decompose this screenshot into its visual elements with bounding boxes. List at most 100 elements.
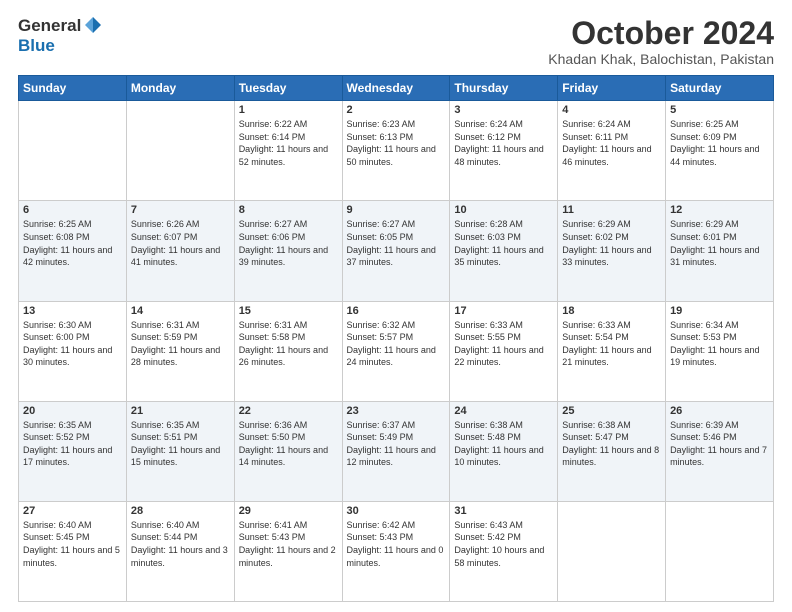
cell-content: Sunrise: 6:25 AMSunset: 6:08 PMDaylight:… [23,218,122,268]
calendar-cell: 16Sunrise: 6:32 AMSunset: 5:57 PMDayligh… [342,301,450,401]
day-number: 31 [454,505,553,517]
logo: General Blue [18,16,103,56]
cell-line: Sunrise: 6:33 AM [454,319,553,332]
cell-line: Sunrise: 6:27 AM [347,218,446,231]
day-number: 1 [239,104,338,116]
calendar-cell: 14Sunrise: 6:31 AMSunset: 5:59 PMDayligh… [126,301,234,401]
col-monday: Monday [126,76,234,101]
cell-line: Sunrise: 6:24 AM [454,118,553,131]
calendar-cell: 22Sunrise: 6:36 AMSunset: 5:50 PMDayligh… [234,401,342,501]
day-number: 18 [562,305,661,317]
cell-content: Sunrise: 6:32 AMSunset: 5:57 PMDaylight:… [347,319,446,369]
cell-content: Sunrise: 6:26 AMSunset: 6:07 PMDaylight:… [131,218,230,268]
day-number: 27 [23,505,122,517]
cell-content: Sunrise: 6:33 AMSunset: 5:54 PMDaylight:… [562,319,661,369]
cell-line: Sunset: 6:12 PM [454,131,553,144]
cell-line: Sunset: 5:57 PM [347,331,446,344]
cell-line: Sunrise: 6:22 AM [239,118,338,131]
cell-line: Sunset: 6:13 PM [347,131,446,144]
cell-line: Daylight: 11 hours and 3 minutes. [131,544,230,569]
cell-line: Sunrise: 6:29 AM [562,218,661,231]
calendar-cell: 10Sunrise: 6:28 AMSunset: 6:03 PMDayligh… [450,201,558,301]
calendar-cell: 9Sunrise: 6:27 AMSunset: 6:05 PMDaylight… [342,201,450,301]
cell-content: Sunrise: 6:37 AMSunset: 5:49 PMDaylight:… [347,419,446,469]
cell-content: Sunrise: 6:38 AMSunset: 5:47 PMDaylight:… [562,419,661,469]
cell-line: Daylight: 11 hours and 28 minutes. [131,344,230,369]
cell-line: Sunset: 5:51 PM [131,431,230,444]
calendar-body: 1 Sunrise: 6:22 AMSunset: 6:14 PMDaylight… [19,101,774,602]
cell-line: Sunset: 5:53 PM [670,331,769,344]
calendar-table: Sunday Monday Tuesday Wednesday Thursday… [18,75,774,602]
cell-content: Sunrise: 6:27 AMSunset: 6:05 PMDaylight:… [347,218,446,268]
cell-content: Sunrise: 6:41 AMSunset: 5:43 PMDaylight:… [239,519,338,569]
calendar-cell: 23 Sunrise: 6:37 AMSunset: 5:49 PMDayligh… [342,401,450,501]
week-row-3: 13Sunrise: 6:30 AMSunset: 6:00 PMDayligh… [19,301,774,401]
calendar-cell: 21Sunrise: 6:35 AMSunset: 5:51 PMDayligh… [126,401,234,501]
cell-content: Sunrise: 6:22 AMSunset: 6:14 PMDaylight:… [239,118,338,168]
cell-content: Sunrise: 6:24 AMSunset: 6:12 PMDaylight:… [454,118,553,168]
cell-line: Sunrise: 6:38 AM [562,419,661,432]
cell-content: Sunrise: 6:40 AMSunset: 5:45 PMDaylight:… [23,519,122,569]
calendar-subtitle: Khadan Khak, Balochistan, Pakistan [548,51,774,67]
cell-line: Sunrise: 6:27 AM [239,218,338,231]
cell-line: Sunrise: 6:39 AM [670,419,769,432]
cell-line: Daylight: 11 hours and 33 minutes. [562,244,661,269]
cell-line: Daylight: 11 hours and 2 minutes. [239,544,338,569]
calendar-cell: 17Sunrise: 6:33 AMSunset: 5:55 PMDayligh… [450,301,558,401]
cell-content: Sunrise: 6:40 AMSunset: 5:44 PMDaylight:… [131,519,230,569]
calendar-cell [666,501,774,601]
calendar-cell: 12Sunrise: 6:29 AMSunset: 6:01 PMDayligh… [666,201,774,301]
cell-line: Daylight: 11 hours and 21 minutes. [562,344,661,369]
cell-line: Sunrise: 6:24 AM [562,118,661,131]
day-number: 29 [239,505,338,517]
calendar-cell: 28Sunrise: 6:40 AMSunset: 5:44 PMDayligh… [126,501,234,601]
cell-line: Sunset: 6:05 PM [347,231,446,244]
calendar-cell: 5Sunrise: 6:25 AMSunset: 6:09 PMDaylight… [666,101,774,201]
cell-line: Daylight: 11 hours and 14 minutes. [239,444,338,469]
cell-line: Daylight: 10 hours and 58 minutes. [454,544,553,569]
cell-line: Daylight: 11 hours and 30 minutes. [23,344,122,369]
cell-content: Sunrise: 6:38 AMSunset: 5:48 PMDaylight:… [454,419,553,469]
cell-line: Daylight: 11 hours and 41 minutes. [131,244,230,269]
cell-line: Sunrise: 6:38 AM [454,419,553,432]
cell-line: Sunset: 5:49 PM [347,431,446,444]
cell-content: Sunrise: 6:27 AMSunset: 6:06 PMDaylight:… [239,218,338,268]
cell-line: Sunset: 6:08 PM [23,231,122,244]
calendar-cell [19,101,127,201]
cell-line: Sunrise: 6:35 AM [131,419,230,432]
cell-line: Sunrise: 6:41 AM [239,519,338,532]
calendar-header: Sunday Monday Tuesday Wednesday Thursday… [19,76,774,101]
cell-line: Sunset: 6:07 PM [131,231,230,244]
cell-content: Sunrise: 6:36 AMSunset: 5:50 PMDaylight:… [239,419,338,469]
calendar-cell: 19Sunrise: 6:34 AMSunset: 5:53 PMDayligh… [666,301,774,401]
day-number: 6 [23,204,122,216]
col-wednesday: Wednesday [342,76,450,101]
cell-line: Sunrise: 6:42 AM [347,519,446,532]
cell-line: Daylight: 11 hours and 5 minutes. [23,544,122,569]
cell-line: Daylight: 11 hours and 50 minutes. [347,143,446,168]
cell-line: Sunset: 5:45 PM [23,531,122,544]
cell-line: Daylight: 11 hours and 48 minutes. [454,143,553,168]
cell-line: Daylight: 11 hours and 0 minutes. [347,544,446,569]
cell-line: Sunset: 5:52 PM [23,431,122,444]
day-number: 26 [670,405,769,417]
cell-content: Sunrise: 6:29 AMSunset: 6:01 PMDaylight:… [670,218,769,268]
cell-content: Sunrise: 6:39 AMSunset: 5:46 PMDaylight:… [670,419,769,469]
col-saturday: Saturday [666,76,774,101]
cell-line: Sunrise: 6:25 AM [670,118,769,131]
calendar-cell: 3Sunrise: 6:24 AMSunset: 6:12 PMDaylight… [450,101,558,201]
day-number: 7 [131,204,230,216]
day-number: 23 [347,405,446,417]
cell-content: Sunrise: 6:31 AMSunset: 5:59 PMDaylight:… [131,319,230,369]
cell-line: Sunset: 5:47 PM [562,431,661,444]
col-thursday: Thursday [450,76,558,101]
calendar-cell: 8Sunrise: 6:27 AMSunset: 6:06 PMDaylight… [234,201,342,301]
cell-content: Sunrise: 6:43 AMSunset: 5:42 PMDaylight:… [454,519,553,569]
calendar-cell [558,501,666,601]
logo-flag-icon [83,15,103,35]
cell-content: Sunrise: 6:42 AMSunset: 5:43 PMDaylight:… [347,519,446,569]
cell-line: Sunset: 5:43 PM [239,531,338,544]
calendar-cell: 31 Sunrise: 6:43 AMSunset: 5:42 PMDayligh… [450,501,558,601]
cell-line: Sunset: 5:48 PM [454,431,553,444]
week-row-4: 20Sunrise: 6:35 AMSunset: 5:52 PMDayligh… [19,401,774,501]
